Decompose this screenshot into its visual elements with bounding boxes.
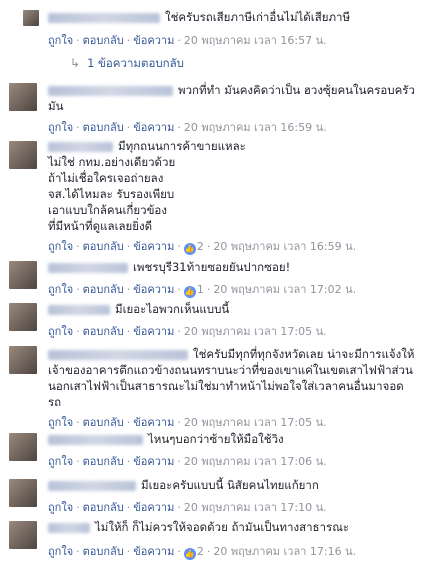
reply-link[interactable]: ตอบกลับ (83, 545, 124, 558)
timestamp[interactable]: 20 พฤษภาคม เวลา 17:06 น. (184, 455, 327, 468)
like-link[interactable]: ถูกใจ (48, 501, 73, 514)
like-count[interactable]: 👍 2 (183, 545, 204, 560)
like-icon: 👍 (183, 243, 196, 255)
message-link[interactable]: ข้อความ (133, 416, 174, 429)
author-name[interactable] (48, 480, 136, 491)
like-link[interactable]: ถูกใจ (48, 283, 73, 296)
message-link[interactable]: ข้อความ (133, 34, 174, 47)
comment-body: มีทุกถนนการค้าขายแหละ ไม่ใช่ กทม.อย่างเด… (48, 138, 440, 234)
comment-actions: ถูกใจ · ตอบกลับ · ข้อความ · 👍 2 · 20 พฤษภาคม เวลา… (48, 545, 357, 560)
comment-text: มีเยอะครับแบบนี้ นิสัยคนไทยแก้ยาก (141, 478, 319, 492)
comment-text: เจ้าของอาคารตึกแถวข้างถนนทราบนะว่าที่ของ… (48, 363, 413, 377)
like-icon: 👍 (183, 548, 196, 560)
avatar[interactable] (9, 261, 37, 289)
message-link[interactable]: ข้อความ (133, 325, 174, 338)
comment-text: ใช่ครับรถเสียภาษีเก่าอื่นไม่ได้เสียภาษี (165, 10, 351, 24)
comment-text: จส.ได้ไหมละ รับรองเพียบ (48, 187, 175, 201)
comment-text: ไม่ให้ก็ ก็ไม่ควรให้จอดด้วย ถ้ามันเป็นทา… (95, 520, 350, 534)
reply-link[interactable]: ตอบกลับ (83, 240, 124, 253)
avatar[interactable] (9, 83, 37, 111)
reply-arrow-icon: ↳ (70, 56, 81, 70)
comment-body: ไหนๆบอกว่าซ้ายให้มือใช้วิง (48, 431, 440, 447)
timestamp[interactable]: 20 พฤษภาคม เวลา 16:57 น. (184, 34, 327, 47)
comment-text: รถ (48, 395, 62, 409)
comment-actions: ถูกใจ · ตอบกลับ · ข้อความ · 20 พฤษภาคม เวลา 16… (48, 34, 327, 47)
message-link[interactable]: ข้อความ (133, 240, 174, 253)
like-icon: 👍 (183, 286, 196, 298)
avatar[interactable] (9, 303, 37, 331)
author-name[interactable] (48, 304, 110, 315)
comment-actions: ถูกใจ · ตอบกลับ · ข้อความ · 20 พฤษภาคม เวลา 17… (48, 455, 327, 468)
author-name[interactable] (48, 349, 188, 360)
comment-actions: ถูกใจ · ตอบกลับ · ข้อความ · 20 พฤษภาคม เวลา 16… (48, 121, 327, 134)
reply-link[interactable]: ตอบกลับ (83, 416, 124, 429)
avatar[interactable] (9, 521, 37, 549)
like-count[interactable]: 👍 1 (183, 283, 204, 298)
comment-text: พวกที่ทำ มันคงคิดว่าเป็น ฮวงซุ้ยคนในครอบ… (178, 83, 415, 97)
comment-text: ที่มีหน้าที่ดูแลเลยยิ่งดี (48, 219, 153, 233)
comment-text: มัน (48, 99, 64, 113)
comment-text: ถ้าไม่เชื่อใครเจอถ่ายลง (48, 171, 164, 185)
message-link[interactable]: ข้อความ (133, 501, 174, 514)
comment-text: ไหนๆบอกว่าซ้ายให้มือใช้วิง (148, 432, 284, 446)
timestamp[interactable]: 20 พฤษภาคม เวลา 16:59 น. (213, 240, 356, 253)
comment-text: ใช่ครับมีทุกที่ทุกจังหวัดเลย น่าจะมีการแ… (193, 347, 415, 361)
comment-body: ใช่ครับรถเสียภาษีเก่าอื่นไม่ได้เสียภาษี (48, 9, 440, 25)
comment-text: ไม่ใช่ กทม.อย่างเดียวด้วย (48, 155, 176, 169)
timestamp[interactable]: 20 พฤษภาคม เวลา 17:05 น. (184, 416, 327, 429)
message-link[interactable]: ข้อความ (133, 121, 174, 134)
comment-text: นอกเสาไฟฟ้าเป็นสาธารณะไม่ใช่มาทำหน้าไม่พ… (48, 379, 404, 393)
message-link[interactable]: ข้อความ (133, 283, 174, 296)
timestamp[interactable]: 20 พฤษภาคม เวลา 17:10 น. (184, 501, 327, 514)
like-link[interactable]: ถูกใจ (48, 121, 73, 134)
avatar[interactable] (9, 433, 37, 461)
avatar[interactable] (9, 346, 37, 374)
comment-text: เอาแบบใกล้คนเกี่ยวข้อง (48, 203, 167, 217)
timestamp[interactable]: 20 พฤษภาคม เวลา 17:05 น. (184, 325, 327, 338)
author-name[interactable] (48, 85, 173, 96)
comment-actions: ถูกใจ · ตอบกลับ · ข้อความ · 20 พฤษภาคม เวลา 17… (48, 416, 327, 429)
reply-link[interactable]: ตอบกลับ (83, 121, 124, 134)
like-link[interactable]: ถูกใจ (48, 325, 73, 338)
comment-actions: ถูกใจ · ตอบกลับ · ข้อความ · 20 พฤษภาคม เวลา 17… (48, 501, 327, 514)
like-count[interactable]: 👍 2 (183, 240, 204, 255)
timestamp[interactable]: 20 พฤษภาคม เวลา 17:16 น. (213, 545, 356, 558)
reply-link[interactable]: ตอบกลับ (83, 34, 124, 47)
like-link[interactable]: ถูกใจ (48, 545, 73, 558)
author-name[interactable] (48, 522, 90, 533)
view-replies-label: 1 ข้อความตอบกลับ (87, 56, 184, 70)
timestamp[interactable]: 20 พฤษภาคม เวลา 17:02 น. (213, 283, 356, 296)
comment-body: มีเยอะครับแบบนี้ นิสัยคนไทยแก้ยาก (48, 477, 440, 493)
comment-actions: ถูกใจ · ตอบกลับ · ข้อความ · 20 พฤษภาคม เวลา 17… (48, 325, 327, 338)
like-link[interactable]: ถูกใจ (48, 240, 73, 253)
reply-link[interactable]: ตอบกลับ (83, 501, 124, 514)
reply-link[interactable]: ตอบกลับ (83, 283, 124, 296)
author-name[interactable] (48, 434, 143, 445)
avatar[interactable] (9, 141, 37, 169)
comment-text: มีเยอะไอพวกเห็นแบบนี้ (115, 302, 230, 316)
author-name[interactable] (48, 262, 128, 273)
timestamp[interactable]: 20 พฤษภาคม เวลา 16:59 น. (184, 121, 327, 134)
comment-text: เพชรบุรี31ท้ายซอยยันปากซอย! (133, 260, 291, 274)
comment-text: มีทุกถนนการค้าขายแหละ (118, 139, 246, 153)
comment-body: พวกที่ทำ มันคงคิดว่าเป็น ฮวงซุ้ยคนในครอบ… (48, 82, 440, 114)
message-link[interactable]: ข้อความ (133, 545, 174, 558)
like-link[interactable]: ถูกใจ (48, 416, 73, 429)
message-link[interactable]: ข้อความ (133, 455, 174, 468)
comment-body: เพชรบุรี31ท้ายซอยยันปากซอย! (48, 259, 440, 275)
avatar[interactable] (9, 479, 37, 507)
comment-actions: ถูกใจ · ตอบกลับ · ข้อความ · 👍 2 · 20 พฤษภาคม เวลา… (48, 240, 357, 255)
author-name[interactable] (48, 141, 113, 152)
reply-link[interactable]: ตอบกลับ (83, 455, 124, 468)
comment-body: มีเยอะไอพวกเห็นแบบนี้ (48, 301, 440, 317)
comment-body: ไม่ให้ก็ ก็ไม่ควรให้จอดด้วย ถ้ามันเป็นทา… (48, 519, 440, 535)
view-replies-link[interactable]: ↳ 1 ข้อความตอบกลับ (70, 55, 184, 73)
author-name[interactable] (48, 12, 160, 23)
like-link[interactable]: ถูกใจ (48, 34, 73, 47)
avatar[interactable] (23, 10, 39, 26)
like-link[interactable]: ถูกใจ (48, 455, 73, 468)
comment-actions: ถูกใจ · ตอบกลับ · ข้อความ · 👍 1 · 20 พฤษภาคม เวลา… (48, 283, 357, 298)
comment-body: ใช่ครับมีทุกที่ทุกจังหวัดเลย น่าจะมีการแ… (48, 346, 440, 410)
reply-link[interactable]: ตอบกลับ (83, 325, 124, 338)
